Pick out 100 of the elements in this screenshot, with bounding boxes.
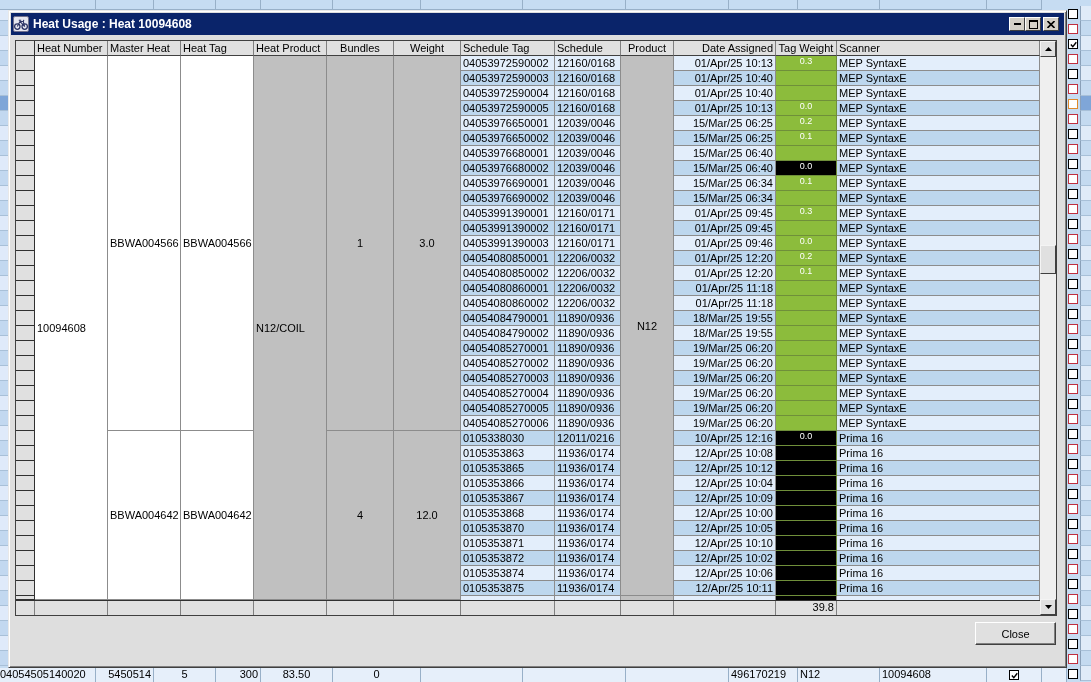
checkbox[interactable] (1068, 99, 1078, 109)
scroll-down-button[interactable] (1040, 599, 1056, 615)
row-header[interactable] (16, 401, 35, 416)
checkbox[interactable] (1068, 324, 1078, 334)
row-header[interactable] (16, 596, 35, 600)
checkbox[interactable] (1068, 414, 1078, 424)
checkbox[interactable] (1068, 354, 1078, 364)
checkbox[interactable] (1068, 294, 1078, 304)
row-header[interactable] (16, 296, 35, 311)
column-header[interactable]: Heat Number (35, 41, 108, 56)
row-header[interactable] (16, 566, 35, 581)
checkbox[interactable] (1068, 384, 1078, 394)
checkbox[interactable] (1068, 189, 1078, 199)
row-header[interactable] (16, 266, 35, 281)
checkbox[interactable] (1068, 249, 1078, 259)
row-header[interactable] (16, 71, 35, 86)
checkbox[interactable] (1068, 84, 1078, 94)
row-header[interactable] (16, 326, 35, 341)
scroll-up-button[interactable] (1040, 41, 1056, 57)
row-header[interactable] (16, 461, 35, 476)
column-header[interactable]: Schedule (555, 41, 621, 56)
checkbox[interactable] (1068, 519, 1078, 529)
checkbox[interactable] (1068, 639, 1078, 649)
checkbox[interactable] (1068, 309, 1078, 319)
row-header[interactable] (16, 146, 35, 161)
checkbox[interactable] (1068, 399, 1078, 409)
checkbox[interactable] (1068, 654, 1078, 664)
row-header[interactable] (16, 416, 35, 431)
checkbox[interactable] (1068, 144, 1078, 154)
close-button[interactable]: Close (975, 622, 1056, 645)
checkbox[interactable] (1068, 594, 1078, 604)
row-header[interactable] (16, 386, 35, 401)
checkbox[interactable] (1068, 429, 1078, 439)
checkbox[interactable] (1068, 369, 1078, 379)
checkbox[interactable] (1068, 489, 1078, 499)
checkbox[interactable] (1068, 174, 1078, 184)
checkbox[interactable] (1068, 159, 1078, 169)
row-header[interactable] (16, 356, 35, 371)
checkbox[interactable] (1068, 24, 1078, 34)
column-header[interactable]: Scanner (837, 41, 1040, 56)
row-header[interactable] (16, 341, 35, 356)
row-header[interactable] (16, 581, 35, 596)
checkbox[interactable] (1068, 204, 1078, 214)
checkbox[interactable] (1068, 69, 1078, 79)
checkbox[interactable] (1068, 459, 1078, 469)
minimize-button[interactable] (1009, 17, 1025, 31)
row-header[interactable] (16, 236, 35, 251)
checkbox[interactable] (1068, 609, 1078, 619)
checkbox[interactable] (1068, 339, 1078, 349)
row-header[interactable] (16, 491, 35, 506)
checkbox[interactable] (1068, 39, 1078, 49)
checkbox[interactable] (1068, 474, 1078, 484)
row-header[interactable] (16, 431, 35, 446)
checkbox[interactable] (1068, 624, 1078, 634)
row-header[interactable] (16, 161, 35, 176)
row-header[interactable] (16, 221, 35, 236)
column-header[interactable]: Schedule Tag (461, 41, 555, 56)
maximize-button[interactable] (1025, 17, 1041, 31)
row-header[interactable] (16, 191, 35, 206)
column-header[interactable]: Heat Tag (181, 41, 254, 56)
row-header[interactable] (16, 311, 35, 326)
row-header[interactable] (16, 251, 35, 266)
checkbox[interactable] (1068, 534, 1078, 544)
row-header[interactable] (16, 476, 35, 491)
scrollbar-thumb[interactable] (1040, 245, 1056, 274)
column-header[interactable]: Master Heat (108, 41, 181, 56)
column-header[interactable]: Heat Product (254, 41, 327, 56)
checkbox[interactable] (1068, 549, 1078, 559)
checkbox[interactable] (1068, 9, 1078, 19)
row-header[interactable] (16, 176, 35, 191)
row-header[interactable] (16, 116, 35, 131)
checkbox[interactable] (1009, 670, 1019, 680)
row-header[interactable] (16, 56, 35, 71)
row-header[interactable] (16, 536, 35, 551)
checkbox[interactable] (1068, 669, 1078, 679)
close-window-button[interactable] (1043, 17, 1059, 31)
row-header[interactable] (16, 206, 35, 221)
row-header[interactable] (16, 371, 35, 386)
column-header[interactable]: Date Assigned (674, 41, 776, 56)
row-header[interactable] (16, 446, 35, 461)
checkbox[interactable] (1068, 504, 1078, 514)
row-header[interactable] (16, 86, 35, 101)
checkbox[interactable] (1068, 564, 1078, 574)
checkbox[interactable] (1068, 579, 1078, 589)
checkbox[interactable] (1068, 264, 1078, 274)
column-header[interactable]: Tag Weight (776, 41, 837, 56)
row-header[interactable] (16, 101, 35, 116)
checkbox[interactable] (1068, 279, 1078, 289)
checkbox[interactable] (1068, 234, 1078, 244)
row-header[interactable] (16, 131, 35, 146)
checkbox[interactable] (1068, 129, 1078, 139)
row-header[interactable] (16, 506, 35, 521)
checkbox[interactable] (1068, 219, 1078, 229)
column-header[interactable]: Weight (394, 41, 461, 56)
row-header[interactable] (16, 281, 35, 296)
checkbox[interactable] (1068, 114, 1078, 124)
checkbox[interactable] (1068, 54, 1078, 64)
row-header[interactable] (16, 551, 35, 566)
row-header[interactable] (16, 521, 35, 536)
column-header[interactable]: Bundles (327, 41, 394, 56)
